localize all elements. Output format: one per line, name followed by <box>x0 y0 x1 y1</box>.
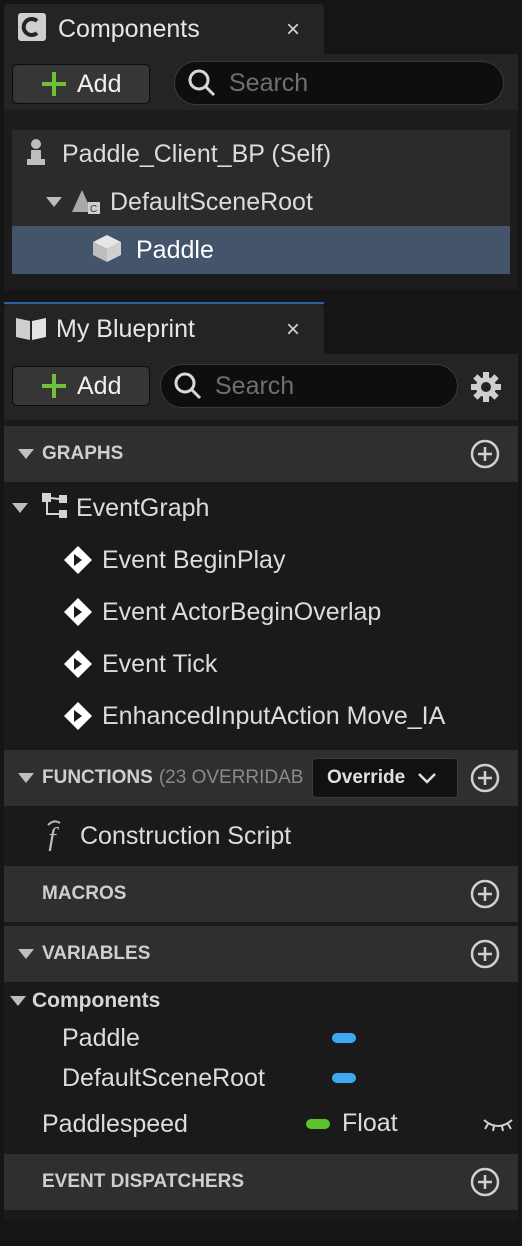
section-title: FUNCTIONS <box>42 767 153 788</box>
add-button-label: Add <box>77 69 122 98</box>
object-type-pin-icon <box>332 1073 356 1083</box>
eye-closed-icon[interactable] <box>482 1114 514 1134</box>
graph-item-eventgraph[interactable]: EventGraph <box>4 484 518 532</box>
expand-arrow-icon[interactable] <box>12 503 28 513</box>
add-button-label: Add <box>77 371 122 400</box>
variable-category-components[interactable]: Components <box>4 984 518 1018</box>
section-title: VARIABLES <box>42 943 151 964</box>
event-item[interactable]: Event Tick <box>4 640 518 688</box>
graph-icon <box>40 491 70 526</box>
add-variable-icon[interactable] <box>470 939 500 969</box>
functions-count: (23 OVERRIDAB <box>158 767 304 788</box>
search-icon <box>188 69 216 97</box>
collapse-arrow-icon[interactable] <box>18 949 34 959</box>
blueprint-search-input[interactable]: Search <box>160 364 458 408</box>
components-tab-title: Components <box>58 14 200 43</box>
function-item-construction-script[interactable]: f Construction Script <box>4 812 518 860</box>
float-type-pin-icon <box>306 1119 330 1129</box>
add-member-button[interactable]: Add <box>12 366 150 406</box>
function-label: Construction Script <box>80 821 292 850</box>
svg-text:C: C <box>90 204 97 215</box>
object-type-pin-icon <box>332 1033 356 1043</box>
event-label: Event Tick <box>102 649 218 678</box>
components-tab[interactable]: Components × <box>4 4 324 54</box>
plus-icon <box>41 373 67 399</box>
section-title: MACROS <box>42 883 127 904</box>
event-item[interactable]: Event BeginPlay <box>4 536 518 584</box>
event-label: Event ActorBeginOverlap <box>102 597 382 626</box>
event-item[interactable]: Event ActorBeginOverlap <box>4 588 518 636</box>
graph-label: EventGraph <box>76 493 210 522</box>
search-icon <box>174 372 202 400</box>
event-node-icon <box>64 650 92 678</box>
tree-item-paddle[interactable]: Paddle <box>12 226 510 274</box>
pawn-icon <box>22 137 50 172</box>
plus-icon <box>41 71 67 97</box>
add-graph-icon[interactable] <box>470 439 500 469</box>
my-blueprint-tab[interactable]: My Blueprint × <box>4 304 324 354</box>
my-blueprint-tab-title: My Blueprint <box>56 314 195 343</box>
tree-item-defaultsceneroot[interactable]: C DefaultSceneRoot <box>12 178 510 226</box>
event-node-icon <box>64 598 92 626</box>
category-label: Components <box>32 989 161 1012</box>
variable-item-paddle[interactable]: Paddle <box>4 1018 518 1058</box>
components-toolbar: Add Search <box>4 54 518 110</box>
add-event-dispatcher-icon[interactable] <box>470 1167 500 1197</box>
expand-arrow-icon[interactable] <box>10 996 26 1006</box>
event-label: EnhancedInputAction Move_IA <box>102 701 446 730</box>
collapse-arrow-icon[interactable] <box>18 773 34 783</box>
variable-type-label[interactable]: Float <box>342 1109 398 1138</box>
add-function-icon[interactable] <box>470 763 500 793</box>
tree-item-label: Paddle <box>136 235 214 264</box>
variable-label: Paddlespeed <box>42 1109 188 1138</box>
components-icon <box>16 11 48 48</box>
function-icon: f <box>40 817 74 856</box>
collapse-arrow-icon[interactable] <box>18 449 34 459</box>
add-macro-icon[interactable] <box>470 879 500 909</box>
override-label: Override <box>327 767 406 788</box>
svg-text:f: f <box>48 823 59 851</box>
close-icon[interactable]: × <box>286 16 300 44</box>
tree-item-label: DefaultSceneRoot <box>110 187 313 216</box>
expand-arrow-icon[interactable] <box>46 197 62 207</box>
tree-item-label: Paddle_Client_BP (Self) <box>62 139 332 168</box>
section-functions[interactable]: FUNCTIONS (23 OVERRIDAB Override <box>4 750 518 806</box>
search-placeholder: Search <box>229 68 309 97</box>
event-node-icon <box>64 702 92 730</box>
section-graphs[interactable]: GRAPHS <box>4 426 518 482</box>
add-component-button[interactable]: Add <box>12 64 150 104</box>
variable-item-paddlespeed[interactable]: Paddlespeed Float <box>4 1100 518 1148</box>
event-item[interactable]: EnhancedInputAction Move_IA <box>4 692 518 740</box>
search-placeholder: Search <box>215 371 295 400</box>
section-title: EVENT DISPATCHERS <box>42 1171 244 1192</box>
close-icon[interactable]: × <box>286 316 300 344</box>
variable-label: Paddle <box>62 1023 140 1052</box>
book-icon <box>14 312 48 347</box>
blueprint-toolbar: Add Search <box>4 354 518 420</box>
variable-item-defaultsceneroot[interactable]: DefaultSceneRoot <box>4 1058 518 1098</box>
variable-label: DefaultSceneRoot <box>62 1063 265 1092</box>
gear-icon[interactable] <box>470 371 502 408</box>
event-label: Event BeginPlay <box>102 545 286 574</box>
section-macros[interactable]: MACROS <box>4 866 518 922</box>
section-variables[interactable]: VARIABLES <box>4 926 518 982</box>
event-node-icon <box>64 546 92 574</box>
chevron-down-icon <box>418 773 437 784</box>
components-search-input[interactable]: Search <box>174 61 504 105</box>
section-event-dispatchers[interactable]: EVENT DISPATCHERS <box>4 1154 518 1210</box>
scene-component-icon: C <box>68 184 102 221</box>
override-dropdown[interactable]: Override <box>312 758 458 798</box>
tree-item-self[interactable]: Paddle_Client_BP (Self) <box>12 130 510 178</box>
cube-icon <box>90 232 124 269</box>
section-title: GRAPHS <box>42 443 124 464</box>
